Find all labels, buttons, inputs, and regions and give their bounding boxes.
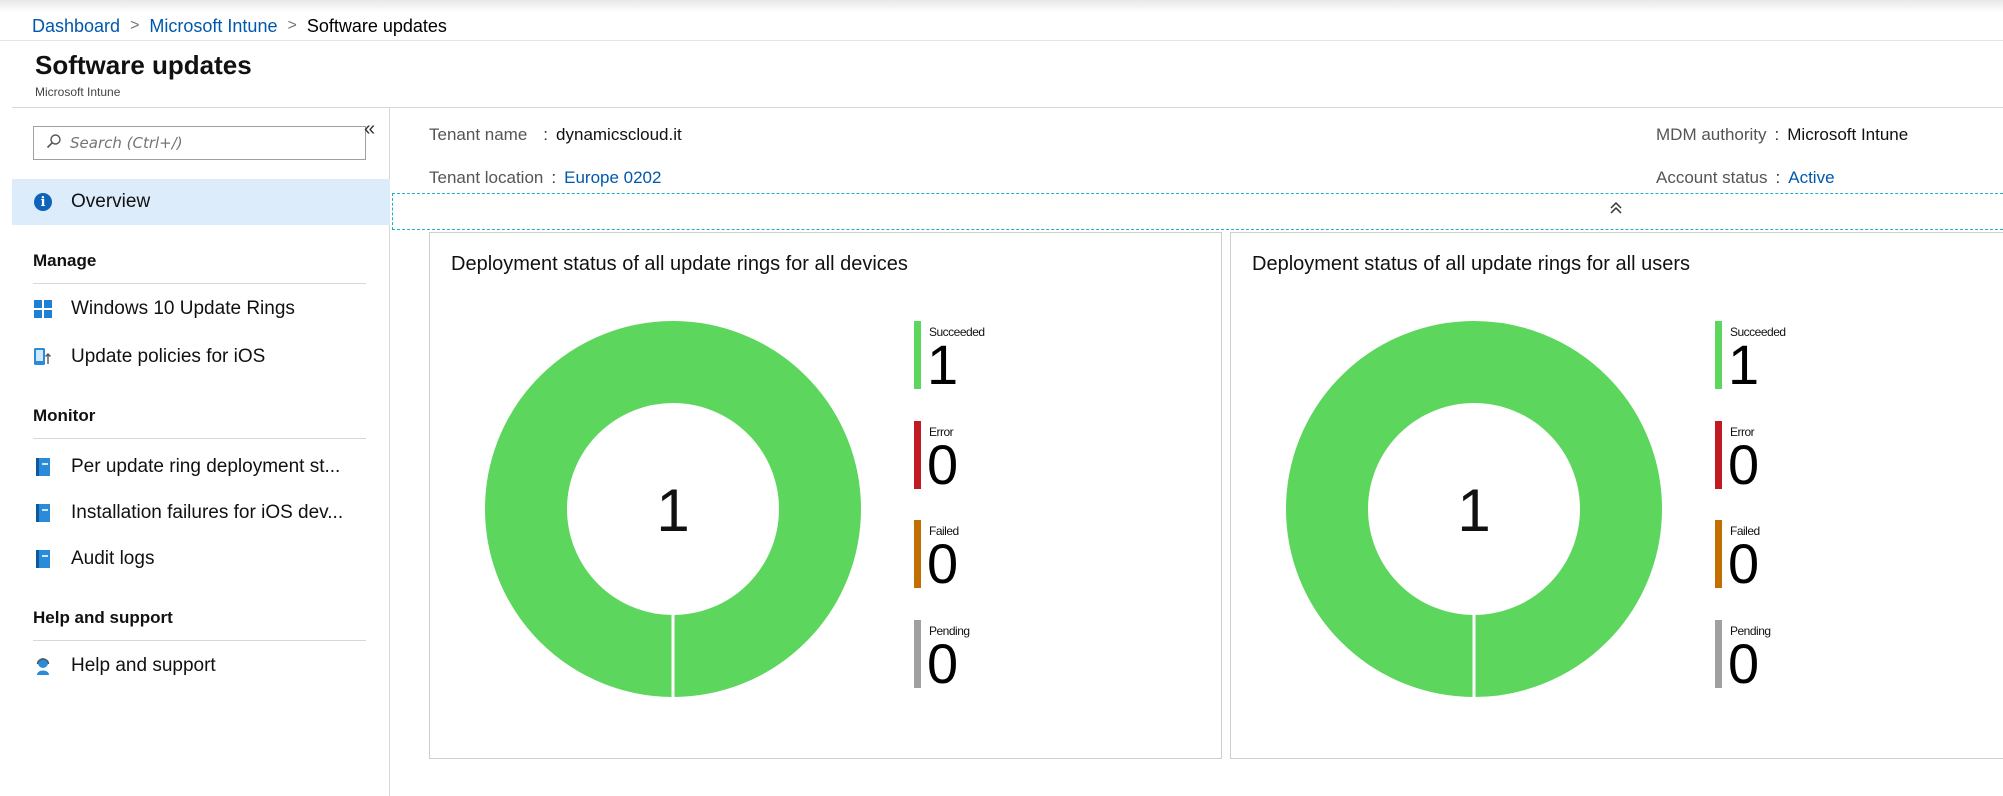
section-divider <box>33 283 366 284</box>
legend-color-bar-error <box>914 421 921 489</box>
top-band <box>0 0 2003 12</box>
sidebar-item-windows-update-rings[interactable]: Windows 10 Update Rings <box>12 286 390 332</box>
legend-item-failed[interactable]: Failed 0 <box>1715 520 1835 595</box>
report-book-icon <box>33 549 53 569</box>
breadcrumb-current: Software updates <box>306 15 447 36</box>
sidebar-item-label: Audit logs <box>71 548 155 569</box>
section-header-help: Help and support <box>33 608 173 627</box>
mdm-authority-label: MDM authority <box>1656 125 1767 144</box>
legend-item-succeeded[interactable]: Succeeded 1 <box>1715 321 1835 396</box>
breadcrumb-link-dashboard[interactable]: Dashboard <box>32 16 120 37</box>
devices-donut-chart[interactable]: 1 <box>485 321 861 697</box>
page-title: Software updates <box>35 50 252 80</box>
users-donut-chart[interactable]: 1 <box>1286 321 1662 697</box>
sidebar: « i Overview Manage Windows 10 Update Ri… <box>12 108 390 796</box>
collapse-sidebar-icon[interactable]: « <box>364 118 375 141</box>
legend-count: 0 <box>1728 433 1760 496</box>
legend-color-bar-failed <box>1715 520 1722 588</box>
sidebar-item-per-ring-deployment[interactable]: Per update ring deployment st... <box>12 444 390 490</box>
tenant-location-link[interactable]: Europe 0202 <box>564 168 661 188</box>
sidebar-item-ios-update-policies[interactable]: Update policies for iOS <box>12 334 390 380</box>
legend-count: 0 <box>927 632 959 695</box>
sidebar-item-label: Installation failures for iOS dev... <box>71 502 344 523</box>
sidebar-item-ios-installation-failures[interactable]: Installation failures for iOS dev... <box>12 490 390 536</box>
ios-device-icon <box>33 347 53 367</box>
mdm-authority-value: Microsoft Intune <box>1787 125 1909 144</box>
search-box[interactable] <box>33 126 366 160</box>
tile-title: Deployment status of all update rings fo… <box>1252 253 1690 275</box>
tile-title: Deployment status of all update rings fo… <box>451 253 908 275</box>
sidebar-item-label: Update policies for iOS <box>71 346 266 367</box>
info-icon: i <box>33 192 53 212</box>
sidebar-item-label: Per update ring deployment st... <box>71 456 341 477</box>
legend-count: 0 <box>927 532 959 595</box>
page-subtitle: Microsoft Intune <box>35 85 121 99</box>
legend-item-pending[interactable]: Pending 0 <box>1715 620 1835 695</box>
breadcrumb: Dashboard > Microsoft Intune > Software … <box>32 12 447 40</box>
support-person-icon <box>33 656 53 676</box>
legend-color-bar-succeeded <box>914 321 921 389</box>
tenant-name-value: dynamicscloud.it <box>556 125 682 144</box>
report-book-icon <box>33 503 53 523</box>
account-status-label: Account status <box>1656 168 1768 187</box>
breadcrumb-divider <box>0 40 2003 41</box>
colon: : <box>1774 125 1780 144</box>
account-status-link[interactable]: Active <box>1788 168 1834 188</box>
donut-center-value: 1 <box>1457 477 1490 544</box>
tenant-name-label: Tenant name <box>429 125 528 144</box>
donut-center-value: 1 <box>656 477 689 544</box>
account-status-row: Account status : Active <box>1656 168 1835 188</box>
sidebar-item-audit-logs[interactable]: Audit logs <box>12 536 390 582</box>
section-divider <box>33 438 366 439</box>
search-input[interactable] <box>70 134 350 152</box>
search-icon <box>46 133 62 154</box>
legend-count: 1 <box>1728 333 1760 396</box>
colon: : <box>543 125 549 144</box>
users-deployment-tile[interactable]: Deployment status of all update rings fo… <box>1230 232 2003 759</box>
legend-count: 0 <box>927 433 959 496</box>
tenant-location-label: Tenant location <box>429 168 544 187</box>
page-header: Software updates Microsoft Intune <box>35 50 252 99</box>
tenant-name-row: Tenant name : dynamicscloud.it <box>429 125 682 145</box>
sidebar-item-label: Help and support <box>71 655 216 676</box>
section-divider <box>33 640 366 641</box>
legend-color-bar-succeeded <box>1715 321 1722 389</box>
legend-color-bar-pending <box>1715 620 1722 688</box>
breadcrumb-separator-icon: > <box>130 17 140 34</box>
legend-color-bar-failed <box>914 520 921 588</box>
essentials-panel-toggle[interactable] <box>392 193 2003 230</box>
colon: : <box>1775 168 1781 187</box>
mdm-authority-row: MDM authority : Microsoft Intune <box>1656 125 1908 145</box>
legend-item-error[interactable]: Error 0 <box>1715 421 1835 496</box>
collapse-chevron-up-icon[interactable] <box>1609 200 1623 221</box>
windows-icon <box>33 299 53 319</box>
legend-item-error[interactable]: Error 0 <box>914 421 1034 496</box>
sidebar-item-label: Windows 10 Update Rings <box>71 298 295 319</box>
breadcrumb-separator-icon: > <box>287 17 297 34</box>
section-header-manage: Manage <box>33 251 97 270</box>
devices-deployment-tile[interactable]: Deployment status of all update rings fo… <box>429 232 1222 759</box>
legend-color-bar-pending <box>914 620 921 688</box>
sidebar-item-help-support[interactable]: Help and support <box>12 643 390 689</box>
legend-count: 1 <box>927 333 959 396</box>
legend-item-pending[interactable]: Pending 0 <box>914 620 1034 695</box>
legend-count: 0 <box>1728 532 1760 595</box>
colon: : <box>551 168 557 187</box>
report-book-icon <box>33 457 53 477</box>
sidebar-item-label: Overview <box>71 191 151 212</box>
legend-item-succeeded[interactable]: Succeeded 1 <box>914 321 1034 396</box>
legend-item-failed[interactable]: Failed 0 <box>914 520 1034 595</box>
tenant-location-row: Tenant location : Europe 0202 <box>429 168 661 188</box>
breadcrumb-link-intune[interactable]: Microsoft Intune <box>149 16 277 37</box>
legend-count: 0 <box>1728 632 1760 695</box>
legend-color-bar-error <box>1715 421 1722 489</box>
sidebar-item-overview[interactable]: i Overview <box>12 179 390 225</box>
section-header-monitor: Monitor <box>33 406 96 425</box>
